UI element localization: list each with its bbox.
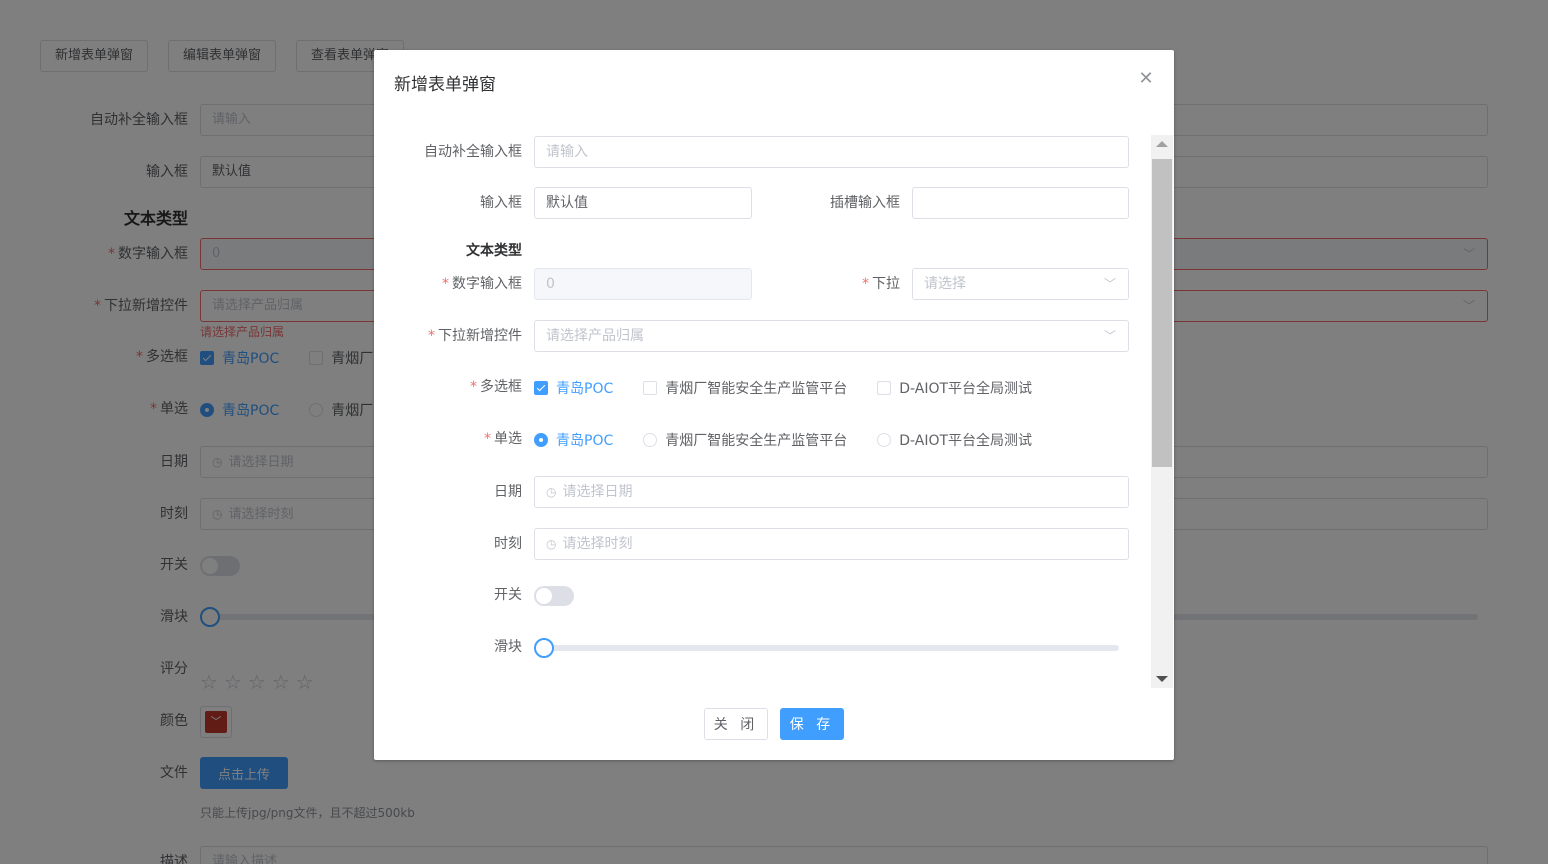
dialog-footer: 关 闭 保 存 (374, 708, 1174, 740)
input-label: 输入框 (480, 195, 522, 211)
input-field[interactable]: 默认值 (534, 187, 752, 219)
checkbox-option-label: 青岛POC (556, 381, 614, 397)
save-button[interactable]: 保 存 (780, 708, 844, 740)
checkbox-group: 青岛POC 青烟厂智能安全生产监管平台 D-AIOT平台全局测试 (534, 378, 1062, 398)
clock-icon: ◷ (546, 537, 557, 551)
dialog-scrollbar[interactable] (1151, 135, 1173, 688)
time-label: 时刻 (494, 536, 522, 552)
switch-toggle[interactable] (534, 586, 574, 606)
close-button[interactable]: 关 闭 (704, 708, 768, 740)
switch-label: 开关 (494, 587, 522, 603)
radio-checked[interactable] (534, 433, 548, 447)
section-title: 文本类型 (466, 243, 522, 259)
slider-label: 滑块 (494, 639, 522, 655)
time-input[interactable]: ◷ 请选择时刻 (534, 528, 1129, 560)
checkbox-option-label: 青烟厂智能安全生产监管平台 (665, 381, 848, 397)
number-input[interactable]: 0 (534, 268, 752, 300)
radio-group: 青岛POC 青烟厂智能安全生产监管平台 D-AIOT平台全局测试 (534, 430, 1062, 450)
radio-label: * 单选 (484, 431, 522, 447)
clock-icon: ◷ (546, 485, 557, 499)
radio-option-label: 青烟厂智能安全生产监管平台 (665, 433, 848, 449)
checkbox-label: * 多选框 (470, 379, 522, 395)
radio-option-label: D-AIOT平台全局测试 (899, 433, 1033, 449)
slider-track[interactable] (544, 645, 1119, 651)
radio[interactable] (643, 433, 658, 447)
radio[interactable] (877, 433, 892, 447)
date-label: 日期 (494, 484, 522, 500)
scroll-down-arrow-icon[interactable] (1156, 676, 1168, 682)
chevron-down-icon: ﹀ (1103, 329, 1116, 343)
add-form-dialog: 新增表单弹窗 ✕ 自动补全输入框 请输入 输入框 默认值 插槽输入框 文本类型 … (374, 50, 1174, 760)
number-label: * 数字输入框 (442, 276, 522, 292)
checkbox-option[interactable]: 青岛POC (534, 378, 613, 398)
checkbox[interactable] (643, 381, 658, 395)
slot-input-field[interactable] (912, 187, 1129, 219)
checkbox-option[interactable]: 青烟厂智能安全生产监管平台 (643, 378, 847, 398)
scroll-thumb[interactable] (1152, 159, 1172, 467)
radio-option-label: 青岛POC (556, 433, 614, 449)
checkbox-option[interactable]: D-AIOT平台全局测试 (877, 378, 1032, 398)
radio-option[interactable]: 青烟厂智能安全生产监管平台 (643, 430, 847, 450)
radio-option[interactable]: D-AIOT平台全局测试 (877, 430, 1032, 450)
dialog-body: 自动补全输入框 请输入 输入框 默认值 插槽输入框 文本类型 * 数字输入框 0 … (374, 135, 1174, 688)
select-label: * 下拉 (862, 276, 900, 292)
slider-thumb[interactable] (534, 638, 554, 658)
slot-input-label: 插槽输入框 (830, 195, 900, 211)
autocomplete-label: 自动补全输入框 (424, 144, 522, 160)
close-icon[interactable]: ✕ (1138, 69, 1154, 87)
scroll-up-arrow-icon[interactable] (1156, 141, 1168, 147)
date-input[interactable]: ◷ 请选择日期 (534, 476, 1129, 508)
dialog-title: 新增表单弹窗 (394, 75, 496, 95)
chevron-down-icon: ﹀ (1103, 277, 1116, 291)
dropdown-add-input[interactable]: 请选择产品归属 ﹀ (534, 320, 1129, 352)
checkbox[interactable] (877, 381, 892, 395)
checkbox-checked[interactable] (534, 381, 548, 395)
dropdown-add-label: * 下拉新增控件 (428, 328, 522, 344)
radio-option[interactable]: 青岛POC (534, 430, 613, 450)
autocomplete-input[interactable]: 请输入 (534, 136, 1129, 168)
select-input[interactable]: 请选择 ﹀ (912, 268, 1129, 300)
checkbox-option-label: D-AIOT平台全局测试 (899, 381, 1033, 397)
